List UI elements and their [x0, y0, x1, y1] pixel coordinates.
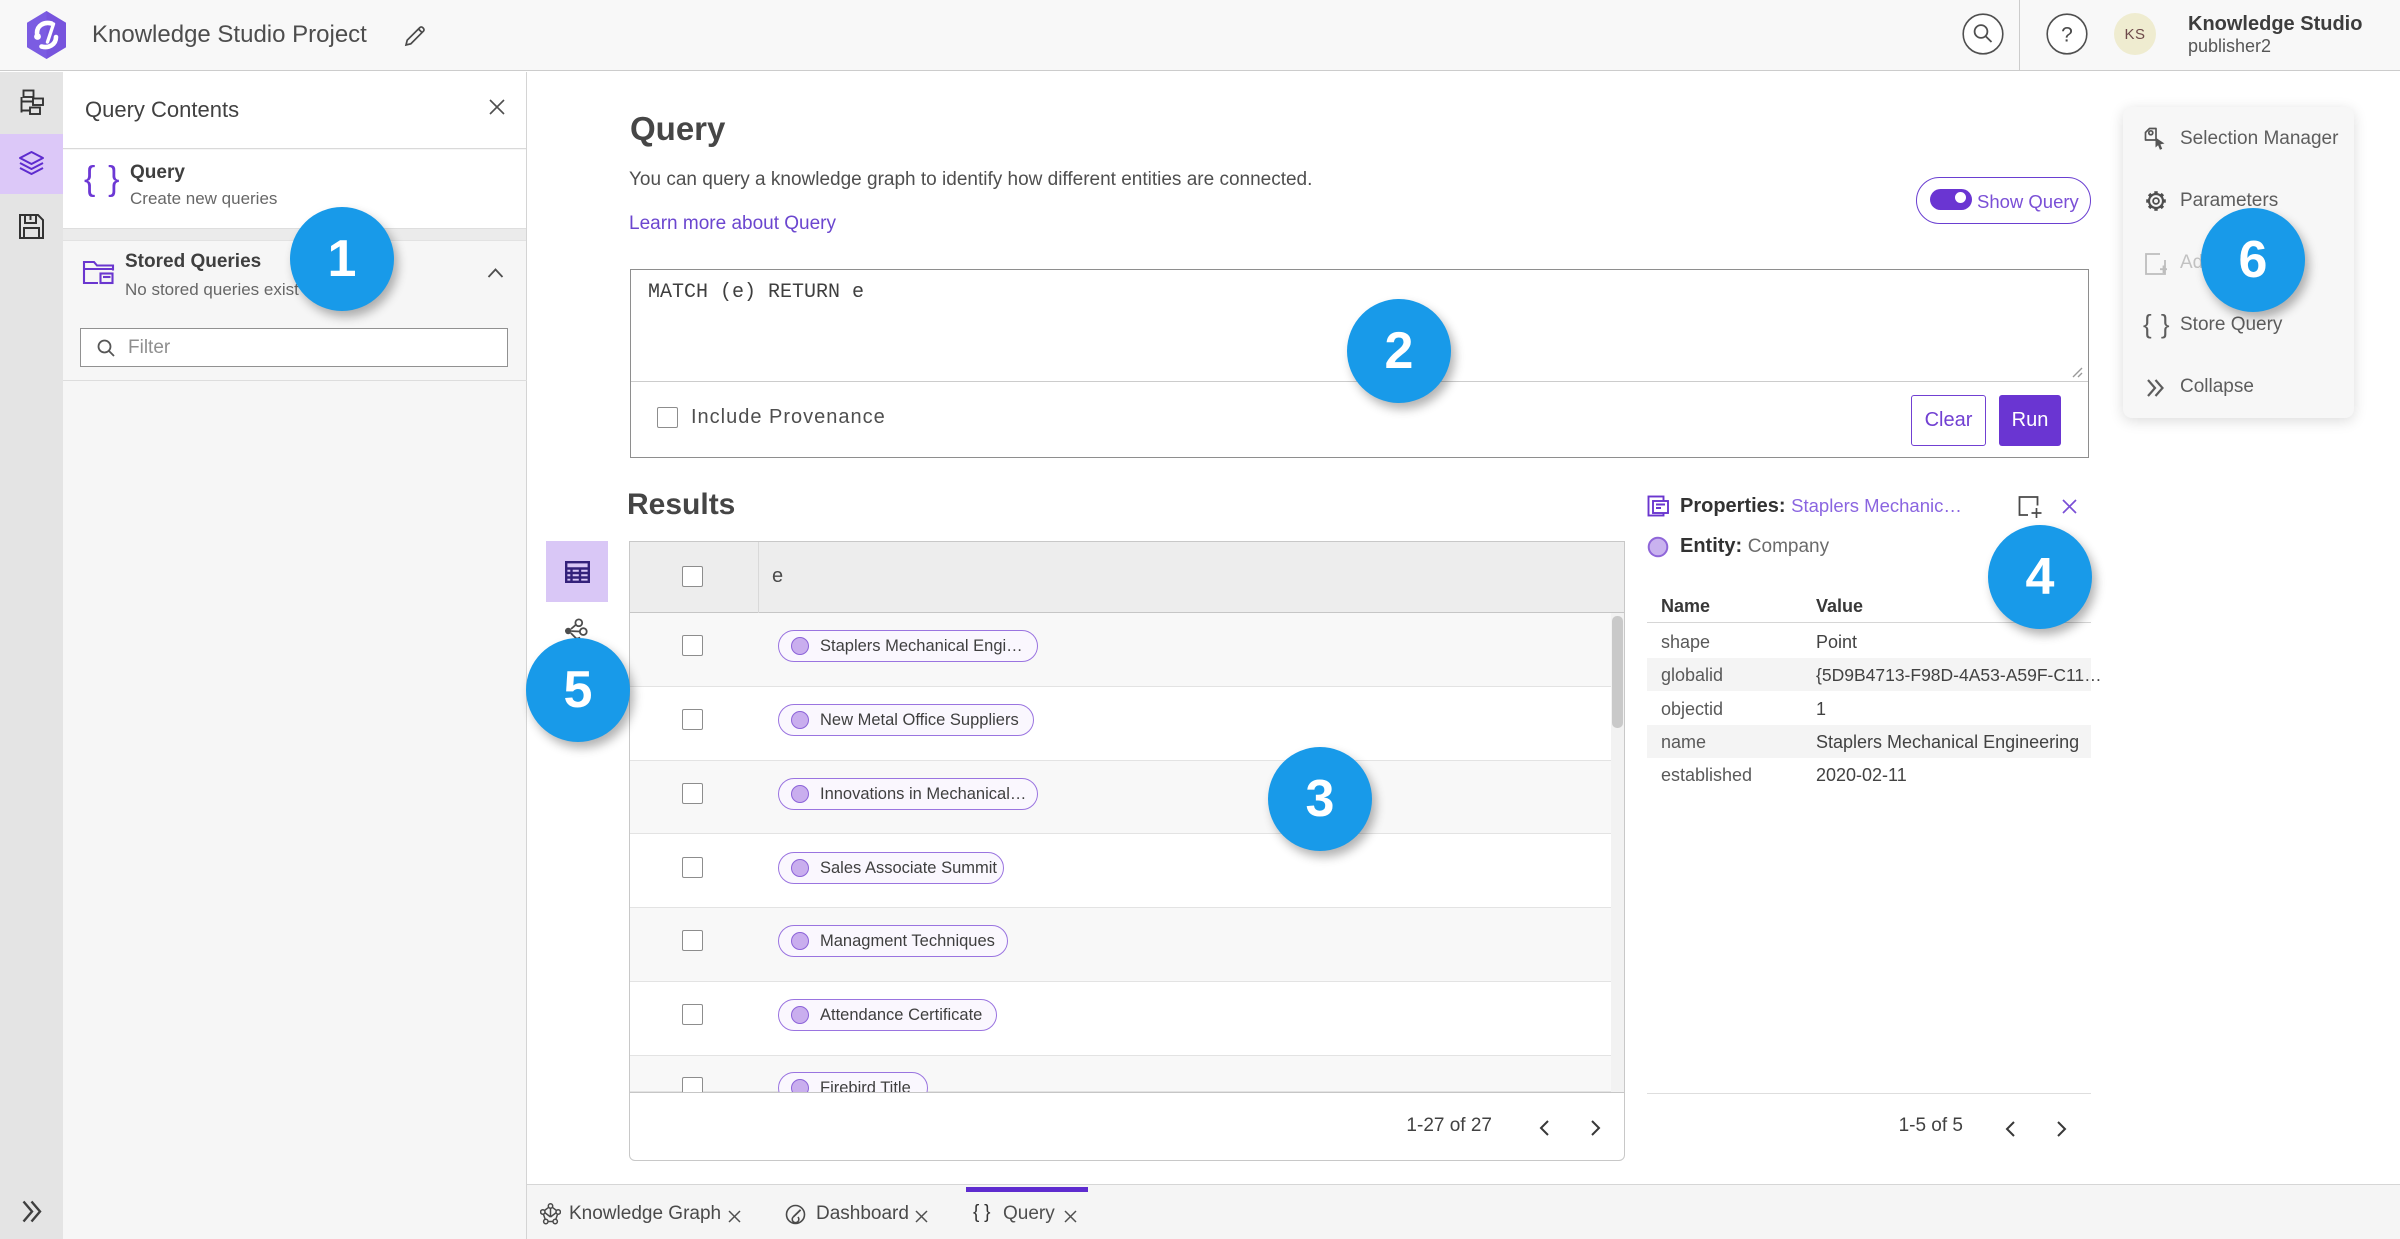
- svg-text:?: ?: [2061, 24, 2073, 47]
